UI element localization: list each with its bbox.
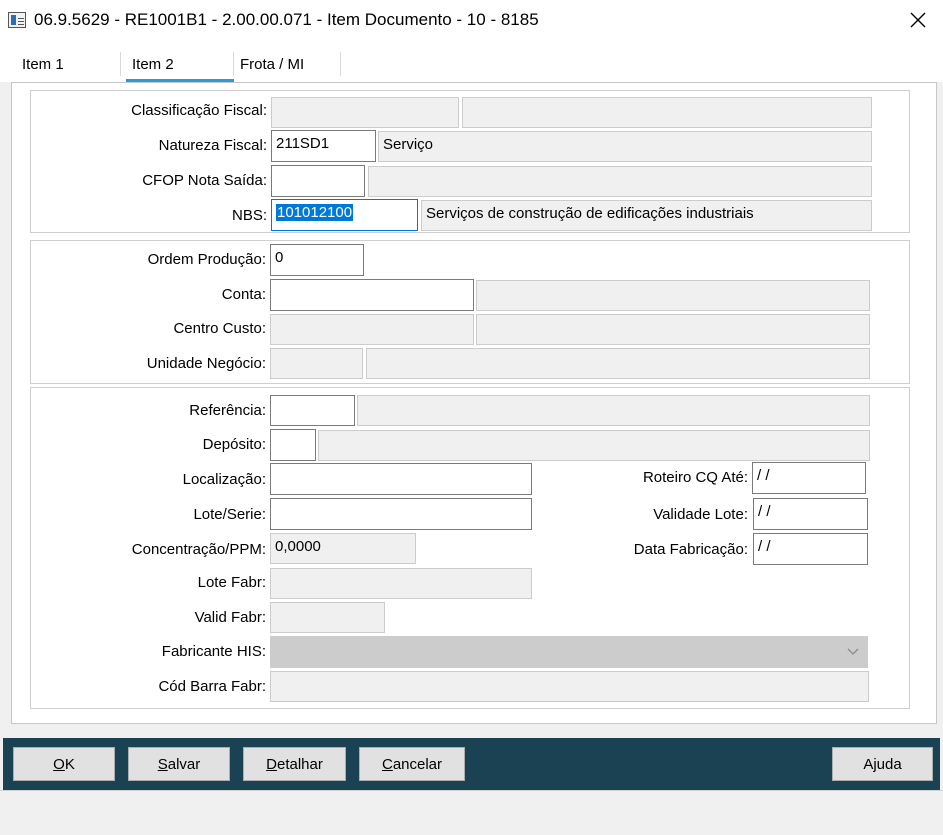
referencia-desc: [357, 395, 870, 426]
tab-separator: [233, 52, 234, 76]
cod-barra-fabr-field: [270, 671, 869, 702]
cfop-nota-saida-label: CFOP Nota Saída:: [142, 172, 267, 189]
status-bar: [0, 790, 943, 835]
chevron-down-icon: [847, 648, 859, 655]
data-fabricacao-input[interactable]: / /: [753, 533, 868, 565]
salvar-button-label: Salvar: [157, 755, 201, 773]
ajuda-button[interactable]: Ajuda: [832, 747, 933, 781]
conta-input[interactable]: [270, 279, 474, 311]
natureza-fiscal-label: Natureza Fiscal:: [158, 137, 267, 154]
tab-item-1[interactable]: Item 1: [22, 56, 64, 73]
cancelar-button[interactable]: Cancelar: [359, 747, 465, 781]
validade-lote-input[interactable]: / /: [753, 498, 868, 530]
classificacao-fiscal-field: [271, 97, 459, 128]
app-window-icon[interactable]: [8, 12, 26, 28]
detalhar-button-label: Detalhar: [266, 755, 323, 773]
ok-button[interactable]: OK: [13, 747, 115, 781]
natureza-fiscal-desc: Serviço: [378, 131, 872, 162]
roteiro-cq-input[interactable]: / /: [752, 462, 866, 494]
lote-fabr-label: Lote Fabr:: [197, 574, 266, 591]
localizacao-input[interactable]: [270, 463, 532, 495]
tab-frota-mi[interactable]: Frota / MI: [240, 56, 304, 73]
classificacao-fiscal-desc: [462, 97, 872, 128]
ordem-producao-label: Ordem Produção:: [147, 251, 266, 268]
ordem-producao-input[interactable]: 0: [270, 244, 364, 276]
fabricante-his-label: Fabricante HIS:: [161, 643, 266, 660]
valid-fabr-field: [270, 602, 385, 633]
deposito-input[interactable]: [270, 429, 316, 461]
deposito-desc: [318, 430, 870, 461]
valid-fabr-label: Valid Fabr:: [194, 609, 266, 626]
tab-separator: [340, 52, 341, 76]
tab-separator: [120, 52, 121, 76]
nbs-label: NBS:: [231, 207, 267, 224]
cancelar-button-label: Cancelar: [381, 755, 443, 773]
fabricante-his-select[interactable]: [270, 636, 868, 668]
roteiro-cq-label: Roteiro CQ Até:: [642, 469, 748, 486]
cfop-nota-saida-input[interactable]: [271, 165, 365, 197]
window-title: 06.9.5629 - RE1001B1 - 2.00.00.071 - Ite…: [34, 10, 539, 29]
conta-label: Conta:: [221, 286, 266, 303]
salvar-button[interactable]: Salvar: [128, 747, 230, 781]
nbs-input[interactable]: 101012100: [271, 199, 418, 231]
nbs-selected-value: 101012100: [276, 204, 354, 221]
concentracao-label: Concentração/PPM:: [131, 541, 266, 558]
lote-fabr-field: [270, 568, 532, 599]
concentracao-field: 0,0000: [270, 533, 416, 564]
localizacao-label: Localização:: [182, 471, 266, 488]
tab-item-2[interactable]: Item 2: [132, 56, 174, 73]
classificacao-fiscal-label: Classificação Fiscal:: [131, 102, 267, 119]
centro-custo-label: Centro Custo:: [173, 320, 266, 337]
cfop-nota-saida-desc: [368, 166, 872, 197]
unidade-negocio-desc: [366, 348, 870, 379]
deposito-label: Depósito:: [202, 436, 266, 453]
detalhar-button[interactable]: Detalhar: [243, 747, 346, 781]
lote-serie-label: Lote/Serie:: [193, 506, 266, 523]
ok-button-label: OK: [53, 755, 75, 773]
conta-desc: [476, 280, 870, 311]
centro-custo-field: [270, 314, 474, 345]
unidade-negocio-field: [270, 348, 363, 379]
cod-barra-fabr-label: Cód Barra Fabr:: [158, 678, 266, 695]
close-button[interactable]: [898, 6, 938, 34]
validade-lote-label: Validade Lote:: [653, 506, 748, 523]
unidade-negocio-label: Unidade Negócio:: [146, 355, 266, 372]
nbs-desc: Serviços de construção de edificações in…: [421, 200, 872, 231]
data-fabricacao-label: Data Fabricação:: [633, 541, 748, 558]
close-icon: [910, 12, 926, 28]
centro-custo-desc: [476, 314, 870, 345]
lote-serie-input[interactable]: [270, 498, 532, 530]
referencia-input[interactable]: [270, 395, 355, 426]
natureza-fiscal-input[interactable]: 211SD1: [271, 130, 376, 162]
referencia-label: Referência:: [189, 402, 266, 419]
